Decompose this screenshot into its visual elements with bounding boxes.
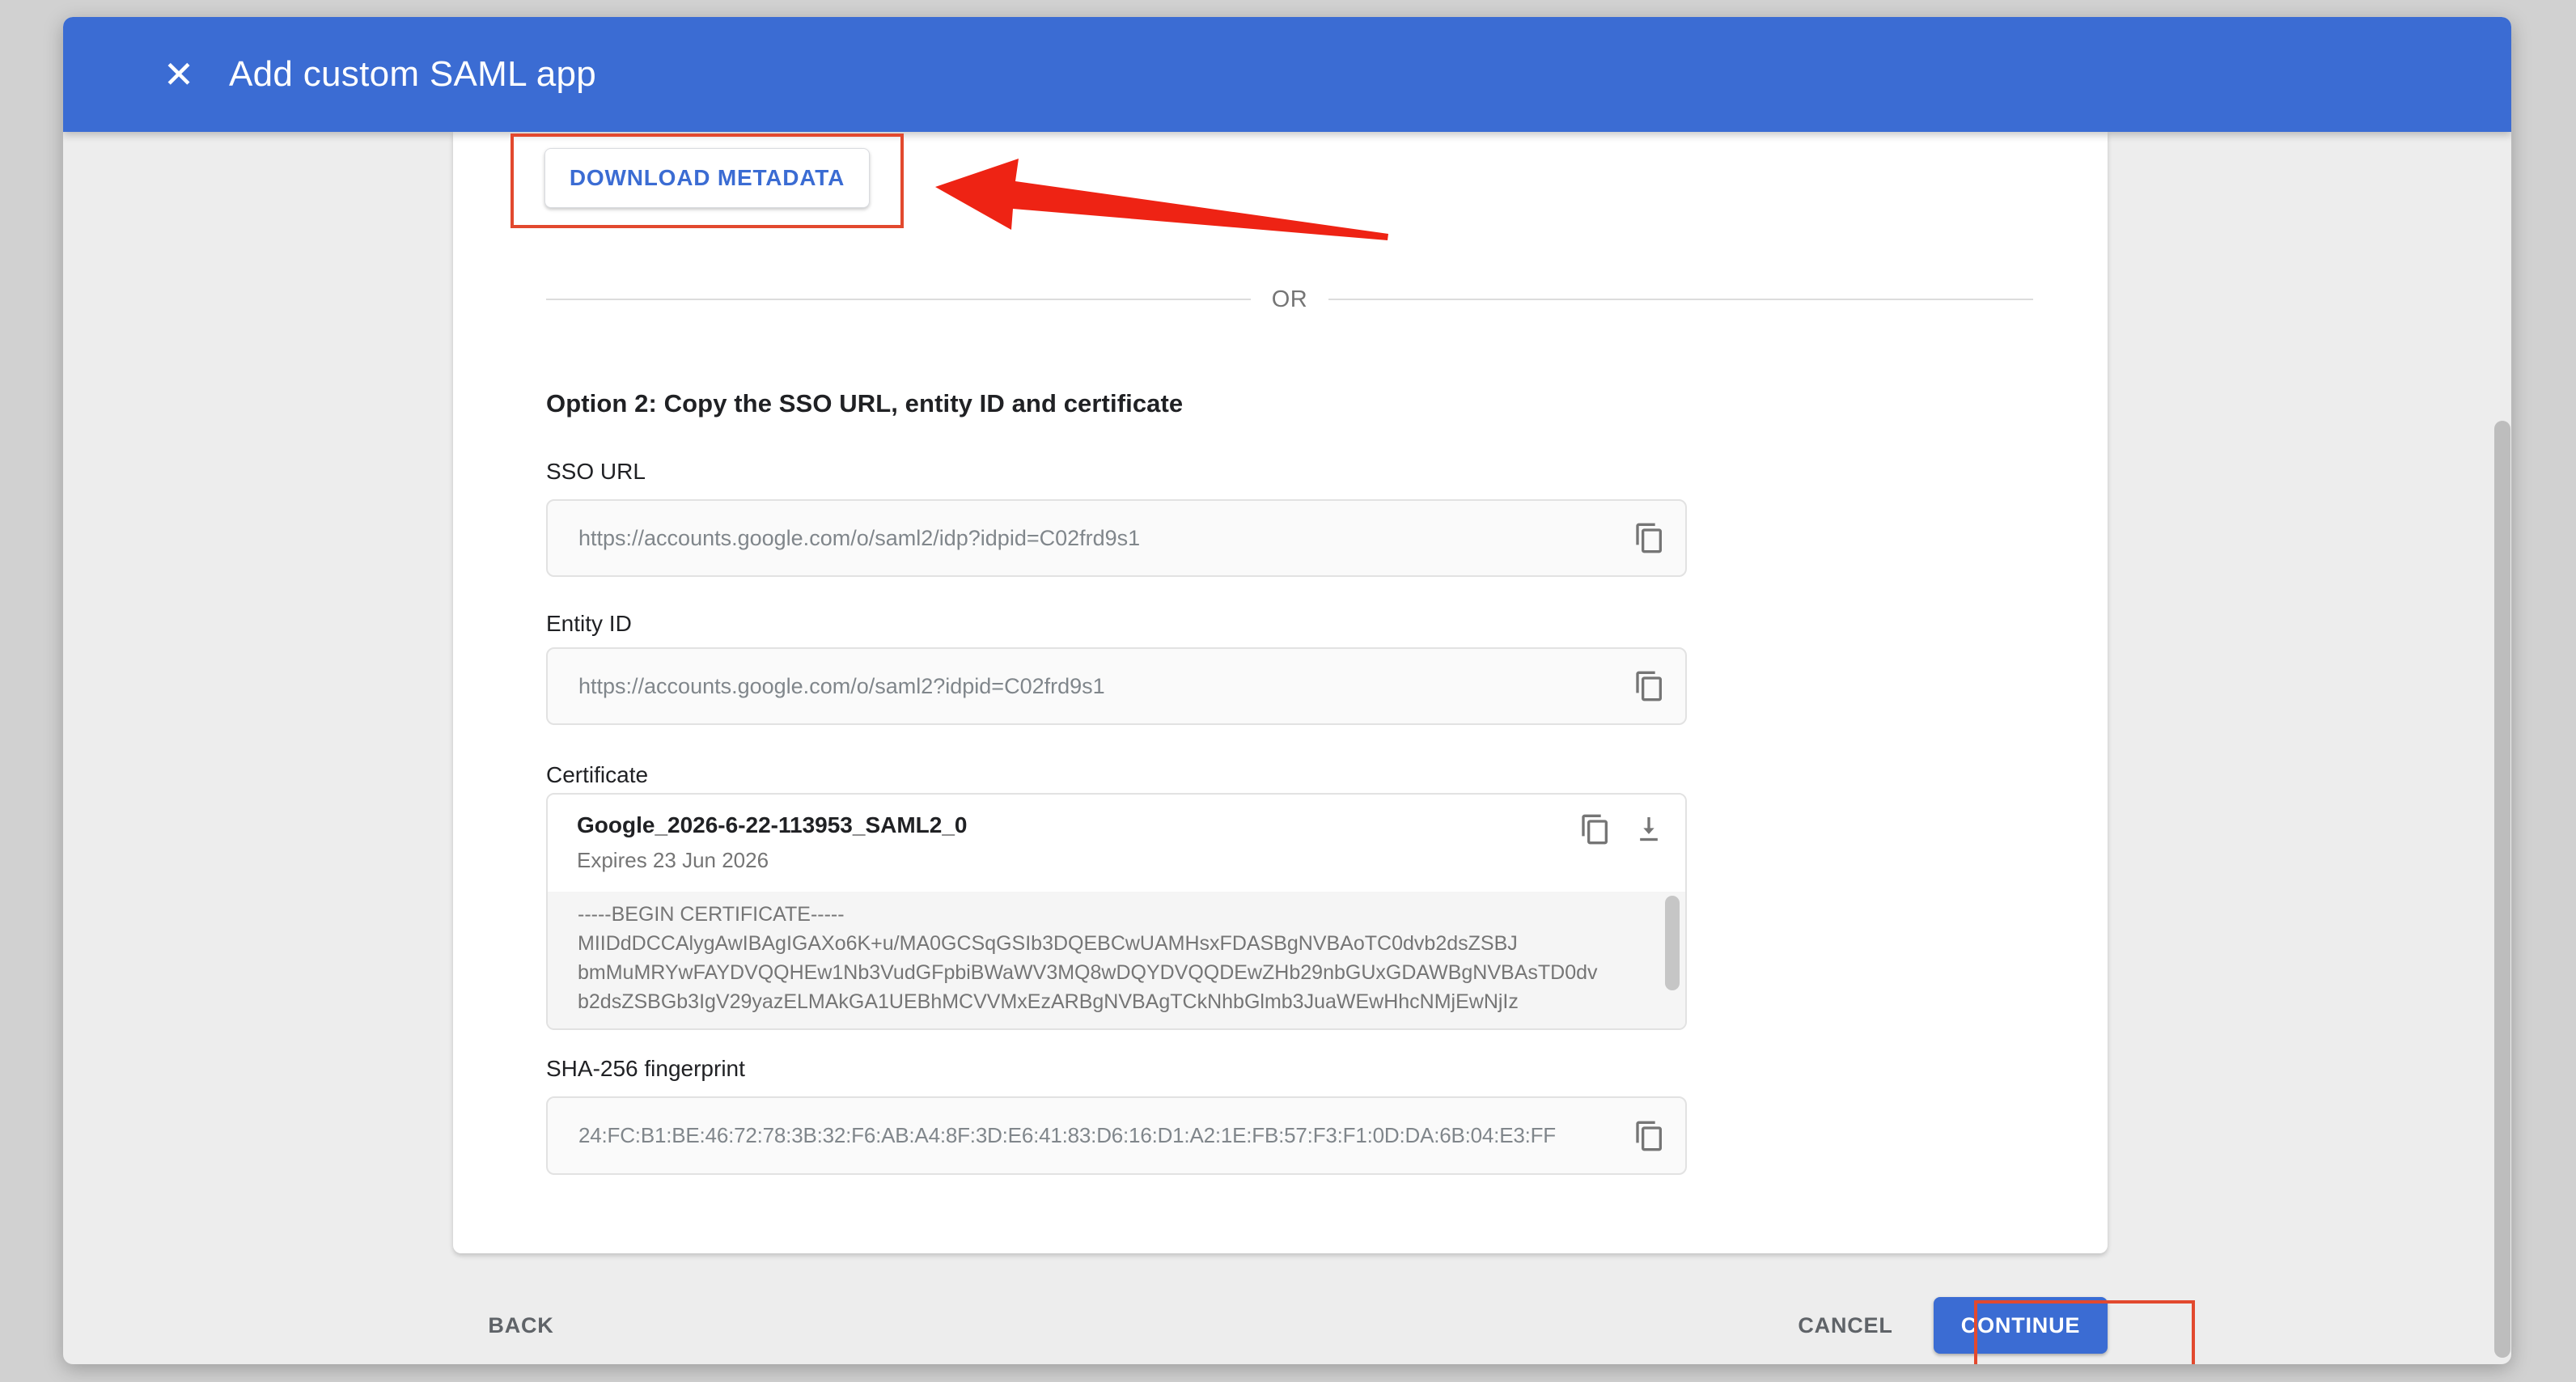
close-icon[interactable]: ✕ (152, 17, 205, 132)
certificate-card: Google_2026-6-22-113953_SAML2_0 Expires … (546, 793, 1687, 1030)
certificate-line: bmMuMRYwFAYDVQQHEw1Nb3VudGFpbiBWaWV3MQ8w… (578, 958, 1637, 987)
entity-id-label: Entity ID (546, 611, 632, 637)
dialog-header: ✕ Add custom SAML app (63, 17, 2511, 132)
certificate-name: Google_2026-6-22-113953_SAML2_0 (577, 812, 968, 838)
certificate-header: Google_2026-6-22-113953_SAML2_0 Expires … (548, 795, 1685, 892)
sso-url-field: https://accounts.google.com/o/saml2/idp?… (546, 499, 1687, 577)
download-metadata-button[interactable]: DOWNLOAD METADATA (544, 148, 870, 208)
dialog-title: Add custom SAML app (229, 17, 596, 132)
back-button[interactable]: BACK (460, 1297, 582, 1354)
certificate-line: b2dsZSBGb3IgV29yazELMAkGA1UEBhMCVVMxEzAR… (578, 987, 1637, 1016)
certificate-body: -----BEGIN CERTIFICATE----- MIIDdDCCAlyg… (548, 892, 1685, 1028)
copy-icon[interactable] (1632, 520, 1667, 556)
sha256-fingerprint-field: 24:FC:B1:BE:46:72:78:3B:32:F6:AB:A4:8F:3… (546, 1096, 1687, 1175)
copy-icon[interactable] (1577, 811, 1614, 848)
divider-line-left (546, 299, 1251, 300)
certificate-line: MIIDdDCCAlygAwIBAgIGAXo6K+u/MA0GCSqGSIb3… (578, 929, 1637, 958)
continue-button[interactable]: CONTINUE (1934, 1297, 2108, 1354)
certificate-line: -----BEGIN CERTIFICATE----- (578, 900, 1637, 929)
content-card: DOWNLOAD METADATA OR Option 2: Copy the … (453, 132, 2108, 1253)
or-label: OR (1251, 286, 1329, 313)
sso-url-value: https://accounts.google.com/o/saml2/idp?… (548, 526, 1685, 551)
dialog-scrollbar[interactable] (2494, 421, 2510, 1358)
divider-line-right (1328, 299, 2033, 300)
certificate-label: Certificate (546, 762, 648, 788)
entity-id-value: https://accounts.google.com/o/saml2?idpi… (548, 674, 1685, 699)
download-icon[interactable] (1630, 811, 1667, 848)
option2-heading: Option 2: Copy the SSO URL, entity ID an… (546, 389, 1183, 418)
certificate-expiry: Expires 23 Jun 2026 (577, 848, 769, 873)
entity-id-field: https://accounts.google.com/o/saml2?idpi… (546, 647, 1687, 725)
cancel-button[interactable]: CANCEL (1781, 1297, 1910, 1354)
screen: ✕ Add custom SAML app DOWNLOAD METADATA … (0, 0, 2576, 1382)
sso-url-label: SSO URL (546, 459, 646, 485)
or-divider: OR (546, 287, 2033, 312)
copy-icon[interactable] (1632, 1118, 1667, 1154)
sha256-fingerprint-label: SHA-256 fingerprint (546, 1056, 745, 1082)
copy-icon[interactable] (1632, 668, 1667, 704)
certificate-scrollbar[interactable] (1665, 896, 1680, 990)
sha256-fingerprint-value: 24:FC:B1:BE:46:72:78:3B:32:F6:AB:A4:8F:3… (548, 1123, 1685, 1148)
add-custom-saml-app-dialog: ✕ Add custom SAML app DOWNLOAD METADATA … (63, 17, 2511, 1364)
